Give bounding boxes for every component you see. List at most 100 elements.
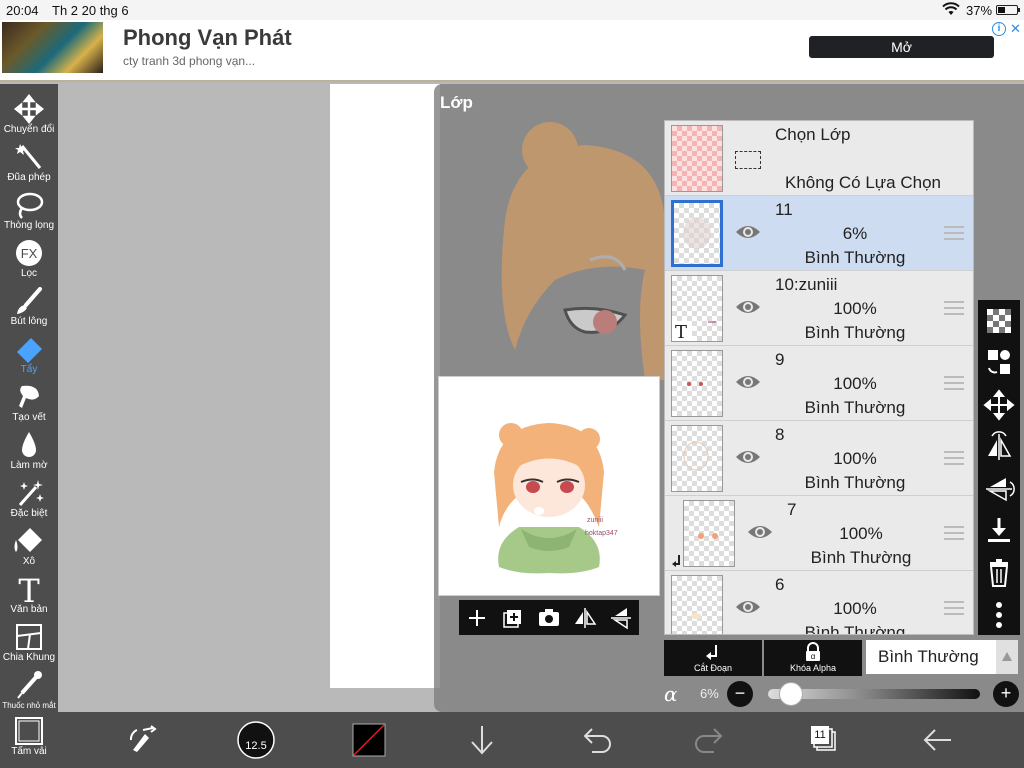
undo-icon [583, 728, 611, 753]
delete-layer-button[interactable] [978, 552, 1020, 594]
layer-row-6[interactable]: 6 100% Bình Thường [665, 571, 973, 634]
ad-banner[interactable]: Phong Vạn Phát cty tranh 3d phong vạn...… [0, 20, 1024, 82]
visibility-eye-icon[interactable] [735, 447, 761, 467]
tool-smudge[interactable]: Tạo vết [0, 382, 58, 430]
tool-special[interactable]: Đặc biệt [0, 478, 58, 526]
layer-thumbnail [671, 350, 723, 417]
duplicate-layer-button[interactable] [495, 600, 531, 635]
drag-handle-icon[interactable] [944, 451, 964, 465]
layer-thumbnail [671, 575, 723, 634]
arrow-left-icon [923, 729, 951, 751]
tool-canvas[interactable]: Tấm vải [0, 716, 58, 764]
checkerboard-icon [987, 309, 1011, 333]
drag-handle-icon[interactable] [944, 376, 964, 390]
brush-size-value: 12.5 [245, 740, 267, 752]
tool-magic-wand[interactable]: Đũa phép [0, 142, 58, 190]
blend-mode-select[interactable]: Bình Thường [866, 640, 996, 674]
redo-button[interactable] [682, 712, 738, 768]
add-layer-button[interactable] [459, 600, 495, 635]
tool-label: Tấm vải [11, 746, 47, 757]
tool-eyedropper[interactable]: Thuốc nhỏ mắt [0, 670, 58, 718]
tool-bucket[interactable]: Xô [0, 526, 58, 574]
drag-handle-icon[interactable] [944, 526, 964, 540]
camera-icon [539, 609, 559, 626]
tool-lasso[interactable]: Thòng lọng [0, 190, 58, 238]
flip-layer-vertical-button[interactable] [978, 468, 1020, 510]
layer-opacity: 100% [833, 599, 877, 618]
ad-open-button[interactable]: Mở [809, 36, 994, 58]
layers-button[interactable]: 11 [795, 712, 851, 768]
layer-actions-toolbar [978, 300, 1020, 635]
layer-name: 6 [775, 575, 785, 594]
layer-row-7[interactable]: 7 100% Bình Thường [665, 496, 973, 571]
layer-row-11[interactable]: 11 6% Bình Thường [665, 196, 973, 271]
layer-convert-button[interactable] [978, 342, 1020, 384]
svg-text:T: T [18, 574, 40, 604]
transparent-fill-button[interactable] [978, 300, 1020, 342]
visibility-eye-icon[interactable] [735, 372, 761, 392]
clipping-button[interactable]: Cắt Đoạn [664, 640, 762, 676]
preview-signature-line-1: zuniii [587, 517, 603, 524]
visibility-eye-icon[interactable] [735, 597, 761, 617]
tool-eraser[interactable]: Tẩy [0, 334, 58, 382]
flip-layer-horizontal-button[interactable] [978, 426, 1020, 468]
brush-size-button[interactable]: 12.5 [228, 712, 284, 768]
eraser-icon [17, 338, 42, 363]
opacity-decrease-button[interactable]: − [727, 681, 753, 707]
undo-button[interactable] [568, 712, 624, 768]
tool-filter[interactable]: FX Lọc [0, 238, 58, 286]
move-layer-button[interactable] [978, 384, 1020, 426]
pen-eraser-swap-icon [129, 725, 157, 752]
svg-text:FX: FX [21, 246, 38, 261]
back-button[interactable] [909, 712, 965, 768]
tool-brush[interactable]: Bút lông [0, 286, 58, 334]
blend-mode-dropdown-icon[interactable] [996, 640, 1018, 674]
camera-button[interactable] [531, 600, 567, 635]
layer-blend-mode: Bình Thường [810, 548, 912, 567]
layer-opacity: 100% [839, 524, 883, 543]
visibility-eye-icon[interactable] [735, 297, 761, 317]
opacity-increase-button[interactable]: + [993, 681, 1019, 707]
drag-handle-icon[interactable] [944, 301, 964, 315]
eyedropper-icon [17, 671, 42, 699]
download-button[interactable] [454, 712, 510, 768]
layer-preview[interactable]: zuniii hoktap347 [438, 376, 660, 596]
tool-label: Tẩy [20, 364, 38, 375]
ad-title[interactable]: Phong Vạn Phát [123, 25, 292, 51]
ad-image[interactable] [2, 22, 103, 73]
tool-transform[interactable]: Chuyển đổi [0, 94, 58, 142]
color-swatch-button[interactable] [341, 712, 397, 768]
layer-row-10[interactable]: T 10:zuniii 100% Bình Thường [665, 271, 973, 346]
transform-quick-button[interactable] [115, 712, 171, 768]
layer-row-8[interactable]: 8 100% Bình Thường [665, 421, 973, 496]
drawing-canvas[interactable] [330, 84, 440, 688]
drag-handle-icon[interactable] [944, 601, 964, 615]
status-time: 20:04 [6, 3, 39, 18]
tool-frame-divider[interactable]: Chia Khung [0, 622, 58, 670]
ad-close-icon[interactable]: ✕ [1010, 21, 1021, 37]
select-layer-row[interactable]: Chọn Lớp Không Có Lựa Chọn [665, 121, 973, 196]
layer-opacity: 6% [842, 224, 868, 243]
layer-blend-mode: Bình Thường [804, 248, 906, 267]
opacity-alpha-symbol: α [664, 682, 678, 706]
layer-row-9[interactable]: 9 100% Bình Thường [665, 346, 973, 421]
tool-sidebar: Chuyển đổi Đũa phép Thòng lọng FX Lọc Bú… [0, 84, 58, 768]
visibility-eye-icon[interactable] [735, 222, 761, 242]
lock-icon: α [806, 642, 820, 661]
flip-horizontal-button[interactable] [567, 600, 603, 635]
flip-vertical-button[interactable] [603, 600, 639, 635]
merge-down-button[interactable] [978, 510, 1020, 552]
ad-info-icon[interactable]: i [992, 22, 1006, 36]
tool-blur[interactable]: Làm mờ [0, 430, 58, 478]
alpha-lock-button[interactable]: α Khóa Alpha [764, 640, 862, 676]
more-options-button[interactable] [978, 594, 1020, 636]
flip-vertical-icon [986, 478, 1015, 502]
layer-blend-mode: Bình Thường [804, 398, 906, 417]
layer-name: 8 [775, 425, 785, 444]
layer-name: 7 [787, 500, 797, 519]
visibility-eye-icon[interactable] [747, 522, 773, 542]
drag-handle-icon[interactable] [944, 226, 964, 240]
tool-text[interactable]: T Văn bản [0, 574, 58, 622]
layer-list[interactable]: Chọn Lớp Không Có Lựa Chọn 11 6% Bình Th… [664, 120, 974, 635]
arrow-down-icon [471, 726, 493, 755]
